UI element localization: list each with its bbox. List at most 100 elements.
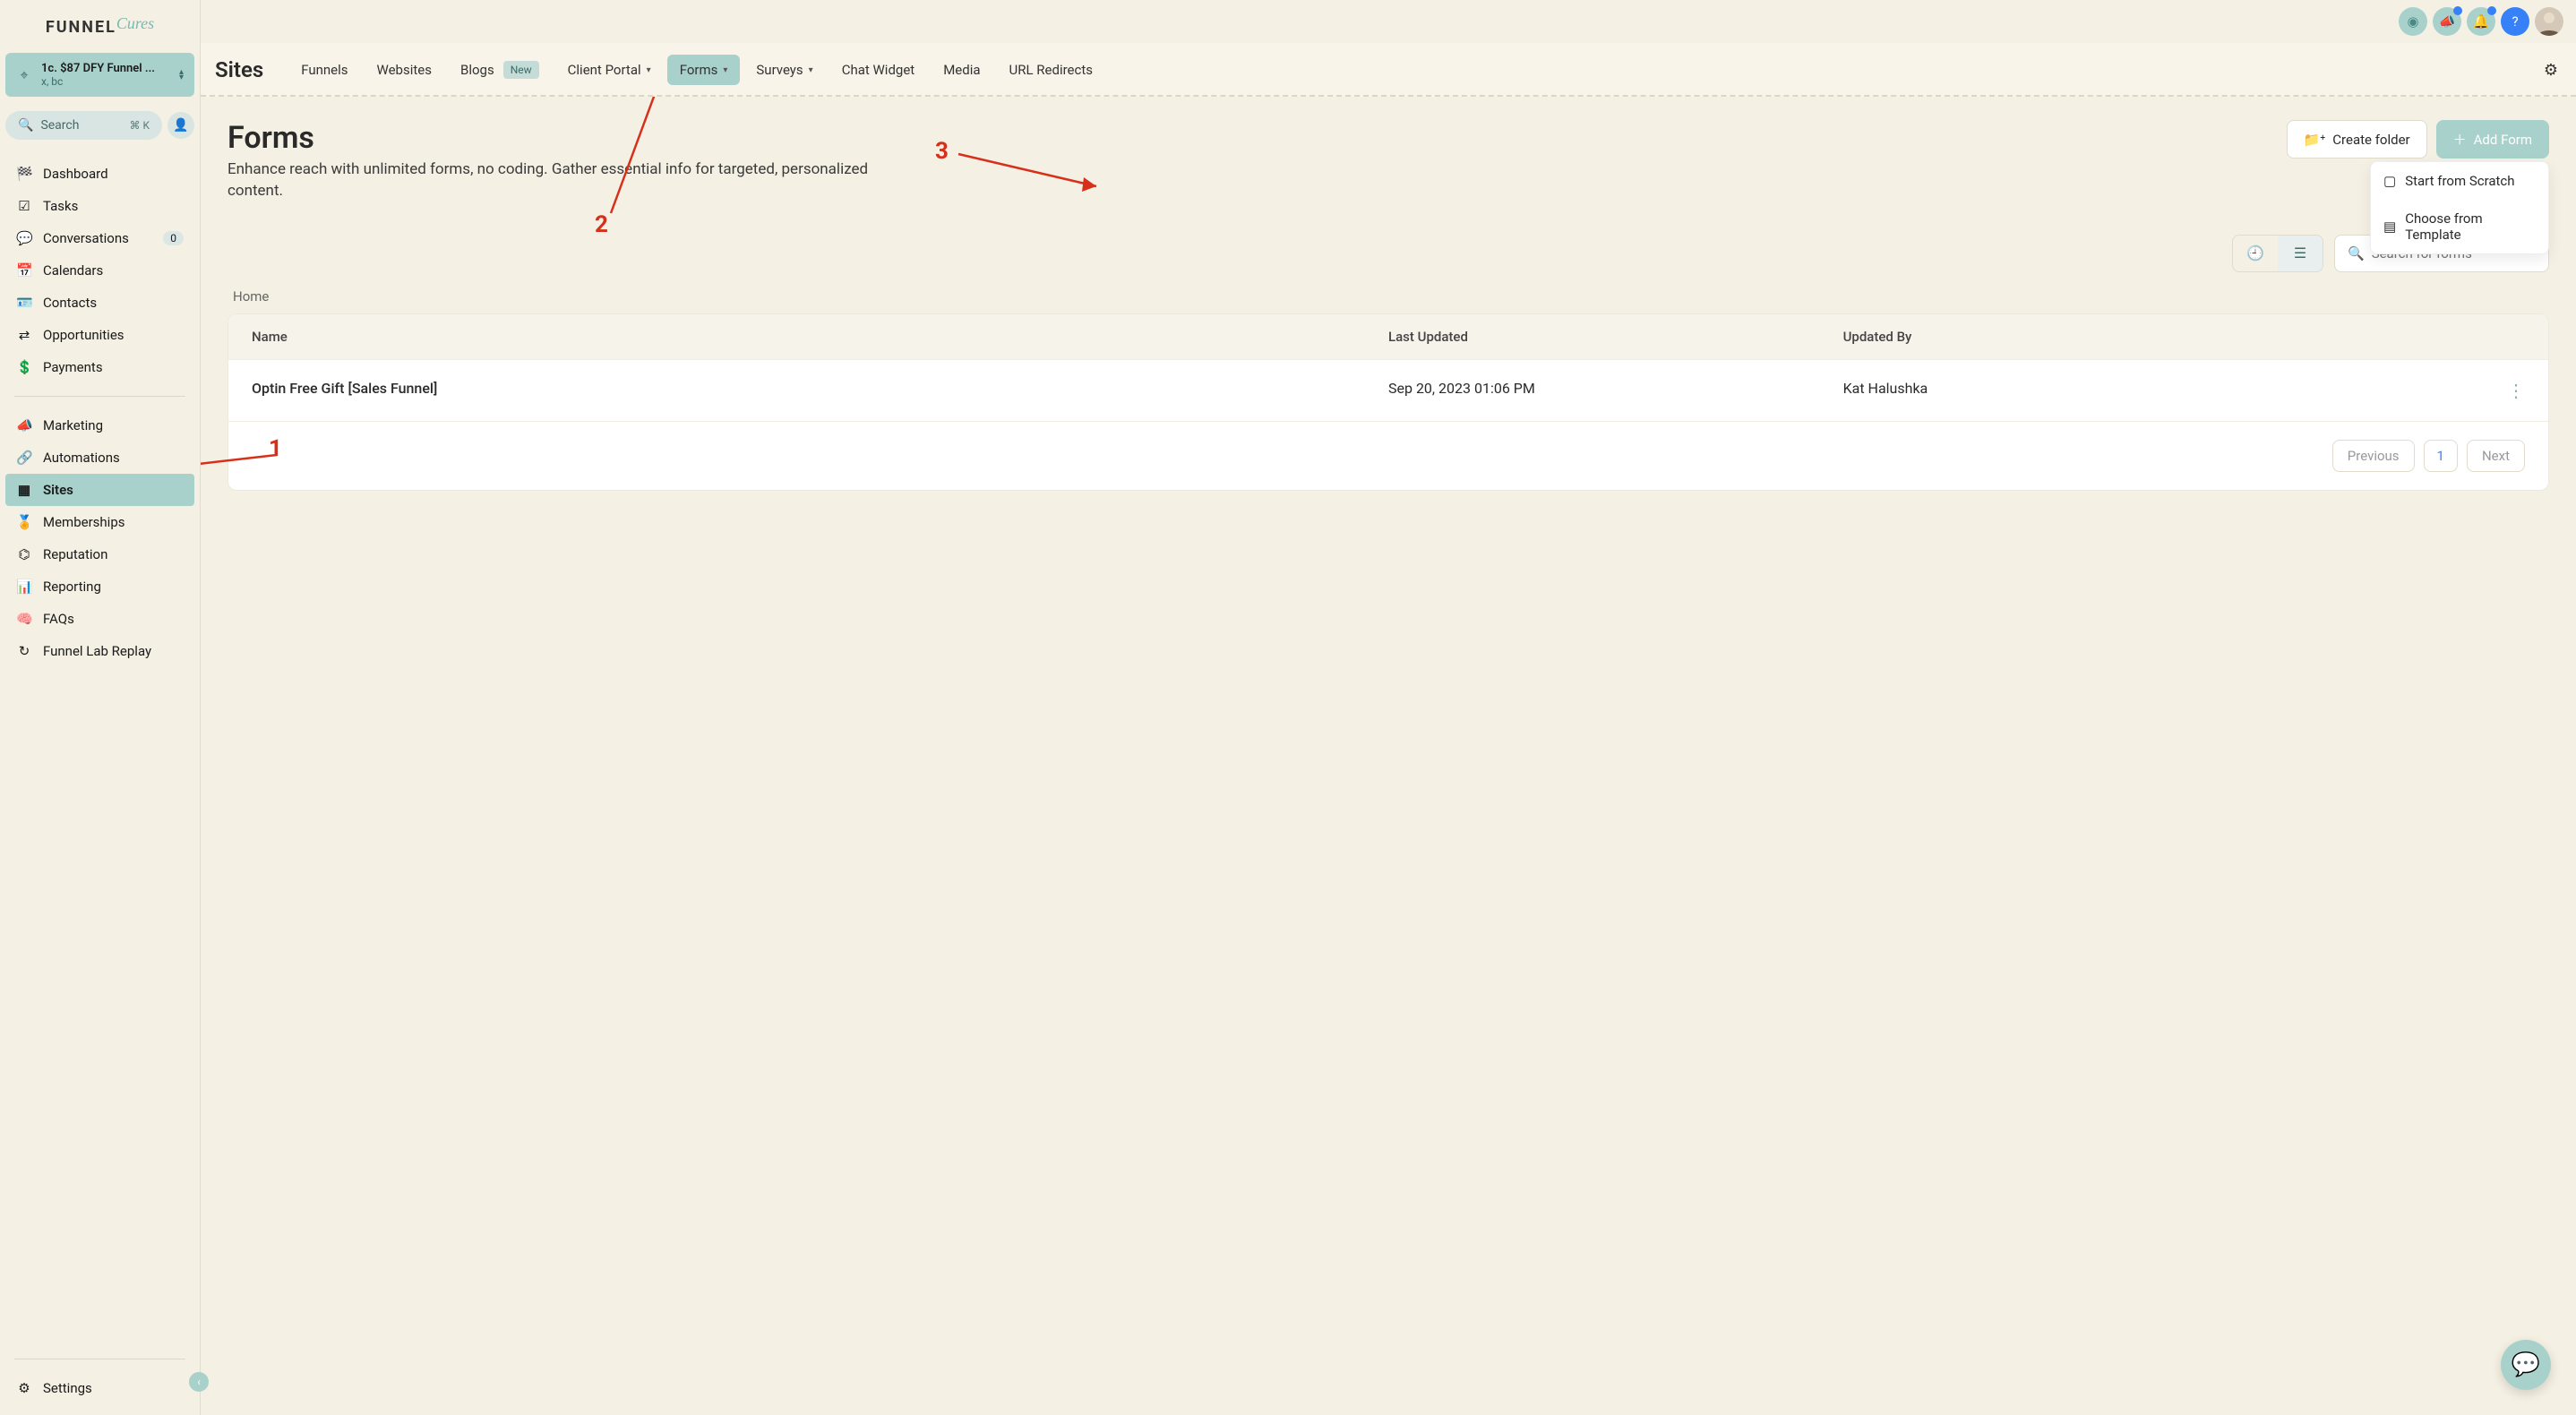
- nav-label: Reputation: [43, 546, 107, 562]
- account-sub: x, bc: [41, 75, 170, 88]
- sidebar-item-contacts[interactable]: 🪪Contacts: [5, 287, 194, 319]
- nav-label: Memberships: [43, 514, 125, 530]
- view-toggle: 🕘 ☰: [2232, 235, 2323, 272]
- notifications-button[interactable]: 🔔: [2467, 7, 2495, 36]
- avatar[interactable]: [2535, 7, 2563, 36]
- sidebar-item-calendars[interactable]: 📅Calendars: [5, 254, 194, 287]
- topbar: ◉ 📣 🔔 ?: [201, 0, 2576, 43]
- page-number[interactable]: 1: [2424, 440, 2458, 472]
- megaphone-icon: 📣: [16, 417, 32, 433]
- cell-name: Optin Free Gift [Sales Funnel]: [252, 380, 1388, 401]
- tab-label: Blogs: [460, 62, 494, 78]
- tab-blogs[interactable]: BlogsNew: [448, 54, 552, 86]
- sidebar-item-funnel-lab-replay[interactable]: ↻ Funnel Lab Replay: [5, 635, 194, 667]
- prev-button[interactable]: Previous: [2332, 440, 2415, 472]
- header-actions: 📁⁺ Create folder ＋ Add Form ▢ Start from…: [2287, 120, 2549, 159]
- account-title: 1c. $87 DFY Funnel ...: [41, 62, 170, 75]
- view-recent-button[interactable]: 🕘: [2233, 236, 2278, 271]
- award-icon: 🏅: [16, 514, 32, 530]
- sidebar-item-reporting[interactable]: 📊 Reporting: [5, 570, 194, 603]
- nav-label: Reporting: [43, 579, 101, 595]
- view-list-button[interactable]: ☰: [2278, 236, 2323, 271]
- tab-label: Chat Widget: [842, 62, 915, 78]
- nav-label: Sites: [43, 482, 73, 498]
- gauge-icon: 🏁: [16, 166, 32, 182]
- gear-icon: ⚙: [16, 1380, 32, 1396]
- chevron-down-icon: ▾: [647, 65, 651, 75]
- sidebar: FUNNELCures ⌖ 1c. $87 DFY Funnel ... x, …: [0, 0, 201, 1415]
- logo-main: FUNNEL: [46, 18, 116, 37]
- add-form-button[interactable]: ＋ Add Form: [2436, 120, 2549, 159]
- dd-choose-template[interactable]: ▤ Choose from Template: [2371, 200, 2548, 253]
- subnav-settings-button[interactable]: ⚙: [2540, 61, 2562, 80]
- nav-label: Conversations: [43, 230, 129, 246]
- table-row[interactable]: Optin Free Gift [Sales Funnel]Sep 20, 20…: [228, 359, 2548, 421]
- dd-scratch-label: Start from Scratch: [2405, 173, 2514, 189]
- preview-button[interactable]: ◉: [2399, 7, 2427, 36]
- search-icon: 🔍: [2348, 245, 2365, 262]
- bars-icon: 📊: [16, 579, 32, 595]
- sidebar-item-tasks[interactable]: ☑Tasks: [5, 190, 194, 222]
- brain-icon: 🧠: [16, 611, 32, 627]
- tab-label: Forms: [680, 62, 718, 78]
- search-icon: 🔍: [18, 118, 33, 133]
- tab-chat-widget[interactable]: Chat Widget: [829, 55, 928, 85]
- square-icon: ▢: [2383, 173, 2396, 189]
- replay-icon: ↻: [16, 643, 32, 659]
- globe-icon: ⌖: [16, 66, 32, 84]
- annotation-3: 3: [935, 138, 949, 165]
- sidebar-item-automations[interactable]: 🔗Automations: [5, 442, 194, 474]
- logo-sub: Cures: [116, 14, 154, 32]
- tab-funnels[interactable]: Funnels: [288, 55, 360, 85]
- nav-label: Dashboard: [43, 166, 108, 182]
- dd-start-scratch[interactable]: ▢ Start from Scratch: [2371, 162, 2548, 200]
- sidebar-item-memberships[interactable]: 🏅 Memberships: [5, 506, 194, 538]
- sidebar-item-settings[interactable]: ⚙ Settings: [5, 1372, 194, 1404]
- th-name: Name: [252, 329, 1388, 345]
- nav-label: Payments: [43, 359, 103, 375]
- annotation-2: 2: [595, 211, 608, 238]
- announce-button[interactable]: 📣: [2433, 7, 2461, 36]
- nav-label: Opportunities: [43, 327, 125, 343]
- add-form-dropdown: ▢ Start from Scratch ▤ Choose from Templ…: [2370, 161, 2549, 254]
- tab-websites[interactable]: Websites: [365, 55, 444, 85]
- tasks-icon: ☑: [16, 198, 32, 214]
- chat-bubble[interactable]: 💬: [2501, 1340, 2551, 1390]
- tab-media[interactable]: Media: [931, 55, 992, 85]
- sidebar-item-sites[interactable]: ▦Sites: [5, 474, 194, 506]
- sidebar-item-marketing[interactable]: 📣Marketing: [5, 409, 194, 442]
- account-switcher[interactable]: ⌖ 1c. $87 DFY Funnel ... x, bc ▴▾: [5, 53, 194, 97]
- chevron-down-icon: ▾: [723, 65, 727, 75]
- speed-icon: ⌬: [16, 546, 32, 562]
- sidebar-item-opportunities[interactable]: ⇄Opportunities: [5, 319, 194, 351]
- more-icon[interactable]: ⋮: [2507, 380, 2525, 401]
- nav-label: Calendars: [43, 262, 103, 279]
- annotation-1: 1: [269, 435, 282, 462]
- breadcrumb[interactable]: Home: [233, 288, 2544, 304]
- create-folder-button[interactable]: 📁⁺ Create folder: [2287, 120, 2427, 159]
- sidebar-item-dashboard[interactable]: 🏁 Dashboard: [5, 158, 194, 190]
- sidebar-item-payments[interactable]: 💲 Payments: [5, 351, 194, 383]
- tab-surveys[interactable]: Surveys▾: [743, 55, 825, 85]
- tab-url-redirects[interactable]: URL Redirects: [997, 55, 1105, 85]
- sidebar-search[interactable]: 🔍 Search ⌘ K: [5, 111, 162, 140]
- subnav: Sites FunnelsWebsitesBlogsNewClient Port…: [201, 43, 2576, 97]
- next-button[interactable]: Next: [2467, 440, 2525, 472]
- plus-icon: ＋: [2453, 130, 2467, 149]
- money-icon: 💲: [16, 359, 32, 375]
- page-header: Forms Enhance reach with unlimited forms…: [228, 120, 2549, 202]
- nav-label: Funnel Lab Replay: [43, 643, 151, 659]
- tab-client-portal[interactable]: Client Portal ▾: [555, 55, 664, 85]
- th-updated: Last Updated: [1388, 329, 1843, 345]
- help-button[interactable]: ?: [2501, 7, 2529, 36]
- cell-updated: Sep 20, 2023 01:06 PM: [1388, 380, 1843, 401]
- settings-label: Settings: [43, 1380, 92, 1396]
- sidebar-item-faqs[interactable]: 🧠FAQs: [5, 603, 194, 635]
- sidebar-item-reputation[interactable]: ⌬ Reputation: [5, 538, 194, 570]
- sidebar-item-conversations[interactable]: 💬Conversations0: [5, 222, 194, 254]
- content: Forms Enhance reach with unlimited forms…: [201, 97, 2576, 1415]
- tab-forms[interactable]: Forms ▾: [667, 55, 741, 85]
- user-icon[interactable]: 👤: [167, 112, 194, 139]
- subnav-heading: Sites: [215, 57, 263, 82]
- tab-label: Client Portal: [568, 62, 641, 78]
